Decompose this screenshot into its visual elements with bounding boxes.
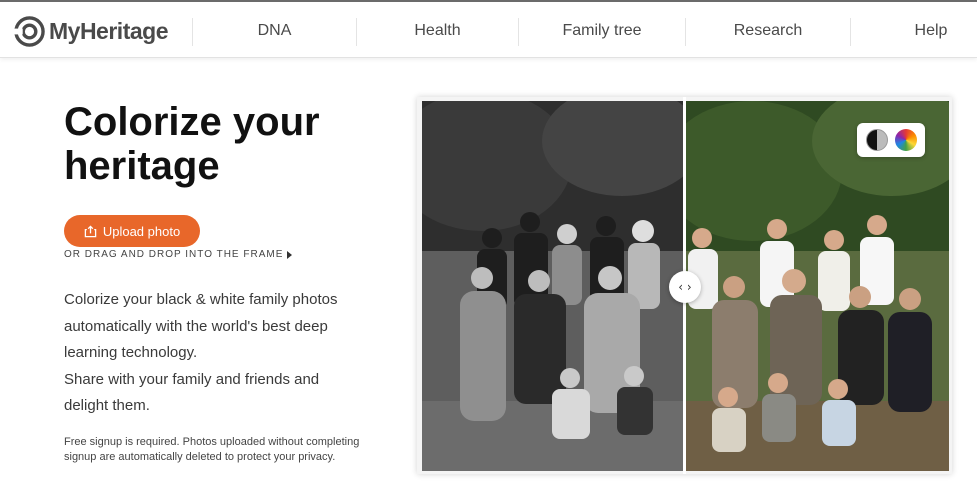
privacy-fineprint: Free signup is required. Photos uploaded… [64, 436, 360, 463]
myheritage-logo[interactable]: MyHeritage [14, 15, 168, 47]
brand-name: MyHeritage [49, 17, 168, 44]
color-mode-toggle [857, 123, 925, 157]
myheritage-logo-icon [14, 15, 45, 47]
colorize-comparison-frame[interactable]: ‹ › [417, 97, 952, 474]
description-paragraph-2: Share with your family and friends and d… [64, 370, 320, 415]
page-title: Colorize your heritage [64, 100, 384, 188]
compare-slider-handle[interactable]: ‹ › [669, 271, 701, 303]
nav-health[interactable]: Health [357, 16, 518, 46]
page-title-line-1: Colorize your [64, 100, 320, 144]
nav-help[interactable]: Help [895, 16, 967, 46]
top-navigation: MyHeritage DNA Health Family tree Resear… [0, 0, 977, 58]
compare-arrows-icon: ‹ › [678, 280, 692, 294]
upload-photo-button[interactable]: Upload photo [64, 215, 200, 247]
nav-family-tree[interactable]: Family tree [519, 16, 685, 46]
description-paragraph-1: Colorize your black & white family photo… [64, 291, 338, 361]
drag-drop-text: OR DRAG AND DROP INTO THE FRAME [64, 249, 284, 260]
page-title-line-2: heritage [64, 144, 220, 188]
upload-icon [84, 224, 97, 237]
upload-photo-label: Upload photo [102, 223, 181, 239]
drag-drop-hint: OR DRAG AND DROP INTO THE FRAME [64, 249, 293, 260]
play-triangle-icon [287, 250, 293, 259]
black-white-toggle-icon[interactable] [865, 129, 888, 151]
nav-divider [850, 18, 851, 46]
nav-dna[interactable]: DNA [193, 16, 356, 46]
description: Colorize your black & white family photo… [64, 287, 364, 420]
nav-research[interactable]: Research [686, 16, 850, 46]
color-toggle-icon[interactable] [894, 129, 917, 151]
